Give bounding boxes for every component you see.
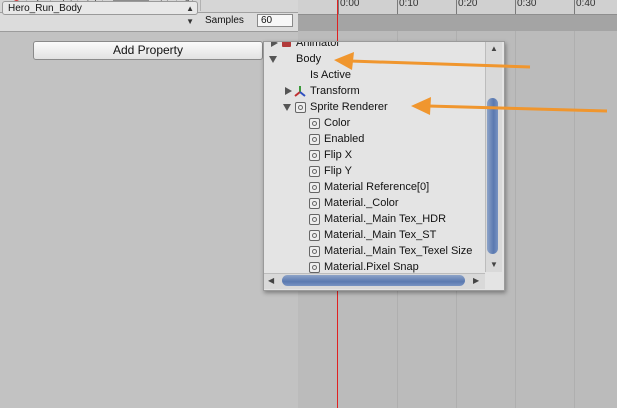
transform-icon bbox=[294, 86, 306, 97]
ruler-tick bbox=[456, 0, 457, 14]
collapse-arrow-icon bbox=[283, 104, 291, 111]
list-item-flip-y[interactable]: Flip Y bbox=[264, 163, 486, 179]
sprite-renderer-icon bbox=[295, 102, 306, 113]
ruler-tick-label: 0:40 bbox=[576, 0, 596, 9]
ruler-tick bbox=[397, 0, 398, 14]
sprite-renderer-icon bbox=[309, 150, 320, 161]
list-item-material-main-tex-hdr[interactable]: Material._Main Tex_HDR bbox=[264, 211, 486, 227]
time-ruler[interactable]: 0:00 0:10 0:20 0:30 0:40 bbox=[298, 0, 617, 15]
sprite-renderer-icon bbox=[309, 118, 320, 129]
samples-label: Samples bbox=[205, 15, 244, 26]
ruler-tick-label: 0:00 bbox=[340, 0, 360, 9]
list-item-sprite-renderer[interactable]: Sprite Renderer bbox=[264, 99, 486, 115]
sprite-renderer-icon bbox=[309, 262, 320, 273]
sprite-renderer-icon bbox=[309, 134, 320, 145]
list-item-label: Transform bbox=[310, 85, 360, 97]
expand-arrow-icon bbox=[285, 87, 292, 95]
dropdown-arrows-icon: ▲ ▼ bbox=[186, 4, 194, 26]
list-item-flip-x[interactable]: Flip X bbox=[264, 147, 486, 163]
list-item-label: Material._Main Tex_Texel Size bbox=[324, 245, 473, 257]
ruler-tick-label: 0:30 bbox=[517, 0, 537, 9]
ruler-band bbox=[298, 15, 617, 31]
ruler-tick-label: 0:10 bbox=[399, 0, 419, 9]
list-item-enabled[interactable]: Enabled bbox=[264, 131, 486, 147]
list-item-label: Enabled bbox=[324, 133, 365, 145]
gridline bbox=[574, 31, 575, 408]
clip-name: Hero_Run_Body bbox=[8, 3, 82, 14]
ruler-tick bbox=[515, 0, 516, 14]
list-item-material-main-tex-st[interactable]: Material._Main Tex_ST bbox=[264, 227, 486, 243]
animator-icon bbox=[282, 42, 291, 47]
add-property-button[interactable]: Add Property bbox=[33, 41, 263, 60]
list-item-label: Sprite Renderer bbox=[310, 101, 388, 113]
list-item-label: Material Reference[0] bbox=[324, 181, 430, 193]
list-item-label: Material._Color bbox=[324, 197, 399, 209]
scroll-right-icon[interactable]: ▶ bbox=[473, 276, 479, 285]
list-item-label: Material._Main Tex_HDR bbox=[324, 213, 447, 225]
list-item-label: Material._Main Tex_ST bbox=[324, 229, 437, 241]
list-item-is-active[interactable]: Is Active bbox=[264, 67, 486, 83]
ruler-tick bbox=[574, 0, 575, 14]
sprite-renderer-icon bbox=[309, 198, 320, 209]
sprite-renderer-icon bbox=[309, 230, 320, 241]
scroll-left-icon[interactable]: ◀ bbox=[268, 276, 274, 285]
expand-arrow-icon bbox=[271, 42, 278, 47]
list-item-label: Color bbox=[324, 117, 351, 129]
clip-dropdown[interactable]: Hero_Run_Body ▲ ▼ bbox=[2, 1, 198, 26]
list-item-material-reference[interactable]: Material Reference[0] bbox=[264, 179, 486, 195]
scroll-up-icon[interactable]: ▲ bbox=[490, 44, 498, 53]
vertical-scroll-thumb[interactable] bbox=[487, 98, 498, 254]
gridline bbox=[515, 31, 516, 408]
sprite-renderer-icon bbox=[309, 246, 320, 257]
list-item-body[interactable]: Body bbox=[264, 51, 486, 67]
list-item-label: Flip Y bbox=[324, 165, 352, 177]
samples-field[interactable]: 60 bbox=[257, 14, 293, 27]
sprite-renderer-icon bbox=[309, 214, 320, 225]
list-item-material-main-tex-texel-size[interactable]: Material._Main Tex_Texel Size bbox=[264, 243, 486, 259]
clip-row bbox=[0, 13, 298, 32]
list-item-color[interactable]: Color bbox=[264, 115, 486, 131]
ruler-tick bbox=[338, 0, 339, 14]
sprite-renderer-icon bbox=[309, 182, 320, 193]
ruler-tick-label: 0:20 bbox=[458, 0, 478, 9]
collapse-arrow-icon bbox=[269, 56, 277, 63]
list-item-label: Is Active bbox=[310, 69, 351, 81]
list-item-label: Body bbox=[296, 53, 322, 65]
sprite-renderer-icon bbox=[309, 166, 320, 177]
list-item-label: Flip X bbox=[324, 149, 353, 161]
list-item-label: Animator bbox=[296, 41, 341, 49]
scroll-down-icon[interactable]: ▼ bbox=[490, 260, 498, 269]
list-item-transform[interactable]: Transform bbox=[264, 83, 486, 99]
list-item-animator[interactable]: Animator bbox=[264, 41, 486, 51]
add-property-popup: Animator Body Is Active Transform Sprite… bbox=[263, 41, 505, 291]
horizontal-scroll-thumb[interactable] bbox=[282, 275, 465, 286]
list-item-material-color[interactable]: Material._Color bbox=[264, 195, 486, 211]
